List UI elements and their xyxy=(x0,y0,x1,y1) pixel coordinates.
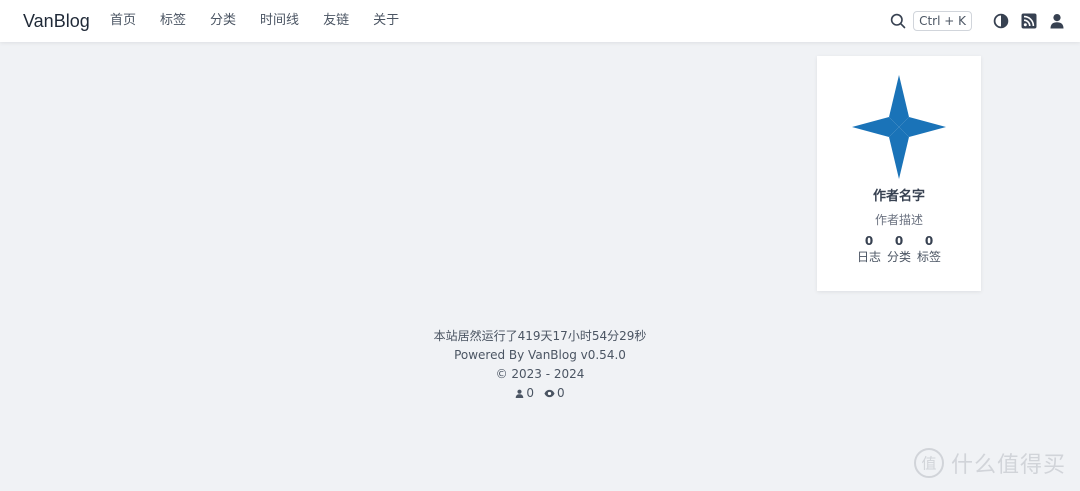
main-nav: 首页 标签 分类 时间线 友链 关于 xyxy=(110,12,399,30)
site-brand[interactable]: VanBlog xyxy=(23,9,90,33)
view-count-value: 0 xyxy=(557,386,565,400)
header-tools: Ctrl + K xyxy=(887,10,1068,32)
stat-categories-label: 分类 xyxy=(886,250,911,264)
nav-tags[interactable]: 标签 xyxy=(160,12,186,30)
author-card: 作者名字 作者描述 0 日志 0 分类 0 标签 xyxy=(817,56,981,291)
search-shortcut-hint[interactable]: Ctrl + K xyxy=(913,11,972,31)
uptime-text: 本站居然运行了419天17小时54分29秒 xyxy=(433,329,647,343)
powered-by-text: Powered By VanBlog v0.54.0 xyxy=(454,348,626,362)
author-stats: 0 日志 0 分类 0 标签 xyxy=(817,234,981,265)
stat-tags[interactable]: 0 标签 xyxy=(916,234,942,265)
user-small-icon xyxy=(516,389,524,398)
stat-posts-count: 0 xyxy=(864,234,874,248)
copyright-text: © 2023 - 2024 xyxy=(495,367,585,381)
smzdm-logo-icon: 值 xyxy=(913,448,944,478)
nav-about[interactable]: 关于 xyxy=(373,12,399,30)
theme-toggle-icon[interactable] xyxy=(990,10,1012,32)
author-name: 作者名字 xyxy=(872,189,925,204)
visitor-count-value: 0 xyxy=(526,386,534,400)
site-logo xyxy=(852,75,946,179)
nav-categories[interactable]: 分类 xyxy=(210,12,236,30)
visitor-count: 0 xyxy=(515,384,534,403)
user-icon[interactable] xyxy=(1046,10,1068,32)
stat-tags-label: 标签 xyxy=(916,250,941,264)
stat-posts[interactable]: 0 日志 xyxy=(856,234,882,265)
search-icon[interactable] xyxy=(887,10,909,32)
stat-tags-count: 0 xyxy=(924,234,934,248)
watermark-text: 什么值得买 xyxy=(950,453,1066,478)
visit-stats: 0 0 xyxy=(0,384,1080,403)
nav-home[interactable]: 首页 xyxy=(110,12,136,30)
author-description: 作者描述 xyxy=(874,213,923,227)
stat-posts-label: 日志 xyxy=(856,250,881,264)
top-navbar: VanBlog 首页 标签 分类 时间线 友链 关于 Ctrl + K xyxy=(0,0,1080,42)
watermark: 值 什么值得买 xyxy=(913,447,1066,479)
stat-categories[interactable]: 0 分类 xyxy=(886,234,912,265)
view-count: 0 xyxy=(544,384,565,403)
nav-links[interactable]: 友链 xyxy=(323,12,349,30)
watermark-logo-glyph: 值 xyxy=(921,455,936,473)
site-footer: 本站居然运行了419天17小时54分29秒 Powered By VanBlog… xyxy=(0,327,1080,403)
eye-icon xyxy=(544,389,555,398)
nav-timeline[interactable]: 时间线 xyxy=(260,12,299,30)
rss-icon[interactable] xyxy=(1018,10,1040,32)
stat-categories-count: 0 xyxy=(894,234,904,248)
